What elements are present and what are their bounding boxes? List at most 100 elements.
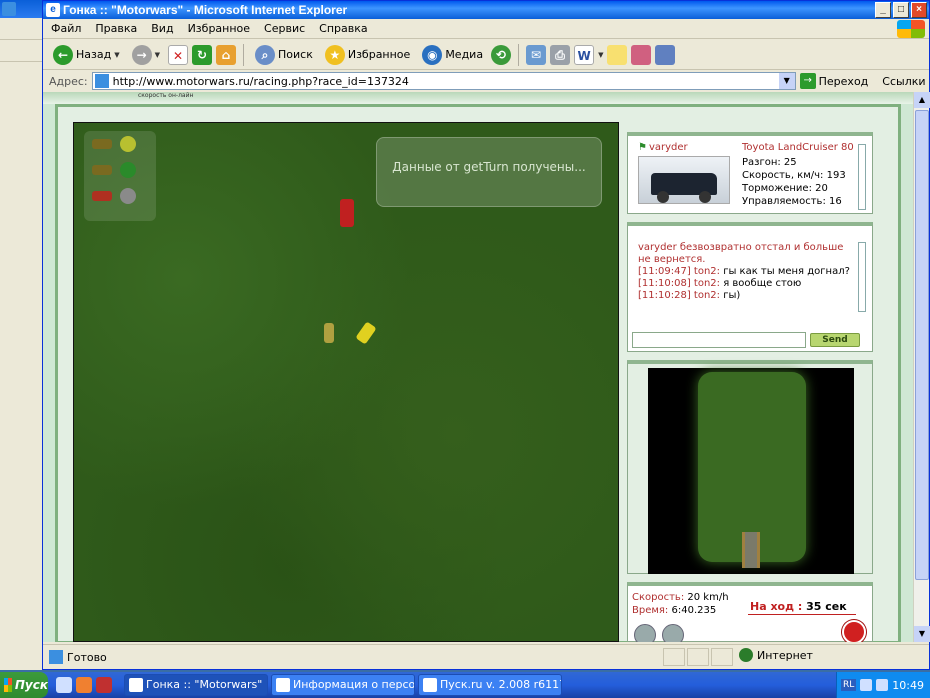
search-label: Поиск xyxy=(278,48,313,61)
back-dropdown-icon[interactable]: ▼ xyxy=(114,51,119,59)
star-icon: ★ xyxy=(324,44,345,65)
game-message: Данные от getTurn получены... xyxy=(376,137,602,207)
windows-flag-icon xyxy=(4,678,12,692)
car-panel-scrollbar[interactable] xyxy=(858,144,866,210)
turn-timer: На ход : 35 сек xyxy=(750,600,847,613)
chat-time: [11:10:28] xyxy=(638,290,691,301)
media-button[interactable]: ◉ Медиа xyxy=(418,43,487,67)
scroll-down-icon[interactable]: ▼ xyxy=(914,626,930,642)
page-scrollbar[interactable]: ▲ ▼ xyxy=(913,92,930,642)
menu-view[interactable]: Вид xyxy=(151,22,173,35)
minimap-start-line xyxy=(742,532,760,568)
go-button[interactable]: → Переход xyxy=(799,73,868,89)
quicklaunch-app-icon[interactable] xyxy=(96,677,112,693)
menu-file[interactable]: Файл xyxy=(51,22,81,35)
chat-time: [11:10:08] xyxy=(638,278,691,289)
stop-race-icon[interactable] xyxy=(842,620,866,642)
quicklaunch-desktop-icon[interactable] xyxy=(56,677,72,693)
chat-scrollbar[interactable] xyxy=(858,242,866,312)
quicklaunch-browser-icon[interactable] xyxy=(76,677,92,693)
search-button[interactable]: ⌕ Поиск xyxy=(251,43,317,67)
menu-help[interactable]: Справка xyxy=(319,22,367,35)
language-indicator[interactable]: RL xyxy=(841,679,857,691)
car-owner-name: varyder xyxy=(648,142,688,153)
status-cell xyxy=(687,648,709,666)
zone-label: Интернет xyxy=(757,648,813,662)
clock: 10:49 xyxy=(892,678,924,692)
status-cell xyxy=(663,648,685,666)
title-bar[interactable]: e Гонка :: "Motorwars" - Microsoft Inter… xyxy=(43,1,929,19)
page-done-icon xyxy=(49,650,63,664)
status-text: Готово xyxy=(67,650,107,664)
home-icon[interactable]: ⌂ xyxy=(216,44,236,65)
minimize-button[interactable]: _ xyxy=(875,2,891,18)
favorites-button[interactable]: ★ Избранное xyxy=(321,43,414,67)
note-icon[interactable] xyxy=(607,44,628,65)
close-button[interactable]: × xyxy=(911,2,927,18)
task-pusk[interactable]: Пуск.ru v. 2.008 r6117 -... xyxy=(418,674,562,696)
edit-word-icon[interactable]: W xyxy=(574,44,595,65)
menu-tools[interactable]: Сервис xyxy=(264,22,305,35)
chat-text: я вообще стою xyxy=(723,278,802,289)
menu-edit[interactable]: Правка xyxy=(95,22,137,35)
tray-network-icon[interactable] xyxy=(860,679,873,691)
chat-input[interactable] xyxy=(632,332,806,348)
car-image xyxy=(638,156,730,204)
messenger-icon[interactable] xyxy=(631,44,652,65)
forward-button[interactable]: → ▼ xyxy=(128,43,164,67)
edit-dropdown-icon[interactable]: ▼ xyxy=(598,51,603,59)
scroll-up-icon[interactable]: ▲ xyxy=(914,92,930,108)
chat-user: ton2: xyxy=(693,290,721,301)
forward-arrow-icon: → xyxy=(131,44,152,65)
stat-speed: Скорость, км/ч: 193 xyxy=(742,170,846,181)
action-round-icon[interactable] xyxy=(634,624,656,642)
time-readout: Время: 6:40.235 xyxy=(632,605,716,616)
player-car xyxy=(355,321,377,345)
back-button[interactable]: ← Назад ▼ xyxy=(49,43,124,67)
chat-panel: varyder безвозвратно отстал и больше не … xyxy=(627,222,873,352)
ie-icon xyxy=(423,678,437,692)
maximize-button[interactable]: □ xyxy=(893,2,909,18)
refresh-icon[interactable]: ↻ xyxy=(192,44,212,65)
system-tray: RL 10:49 xyxy=(836,672,930,698)
turn-value: 35 сек xyxy=(806,600,847,613)
car-owner[interactable]: ⚑ varyder xyxy=(638,142,688,153)
windows-logo-icon xyxy=(897,20,925,38)
quick-launch xyxy=(56,677,112,693)
ie-icon xyxy=(129,678,143,692)
address-dropdown-icon[interactable]: ▼ xyxy=(778,73,795,89)
forward-dropdown-icon[interactable]: ▼ xyxy=(155,51,160,59)
favorites-label: Избранное xyxy=(347,48,411,61)
background-window-toolbar xyxy=(0,40,45,62)
links-button[interactable]: Ссылки xyxy=(882,75,925,88)
chat-line: [11:10:28] ton2: гы) xyxy=(638,290,852,302)
print-icon[interactable]: ⎙ xyxy=(550,44,571,65)
signal-round-icon[interactable] xyxy=(662,624,684,642)
scroll-thumb[interactable] xyxy=(915,110,929,580)
history-icon[interactable]: ⟲ xyxy=(491,44,512,65)
toolbar: ← Назад ▼ → ▼ ✕ ↻ ⌂ ⌕ Поиск ★ Избранное … xyxy=(43,40,929,70)
task-profile-info[interactable]: Информация о персона... xyxy=(271,674,415,696)
ie-icon xyxy=(276,678,290,692)
flag-icon: ⚑ xyxy=(638,142,647,153)
task-motorwars[interactable]: Гонка :: "Motorwars" ... xyxy=(124,674,268,696)
research-icon[interactable] xyxy=(655,44,676,65)
tray-volume-icon[interactable] xyxy=(876,679,889,691)
status-cell xyxy=(711,648,733,666)
time-value: 6:40.235 xyxy=(671,605,717,616)
start-button[interactable]: Пуск xyxy=(0,672,48,698)
page-content: скорость он-лайн Данные от getTurn получ… xyxy=(43,92,915,642)
stop-icon[interactable]: ✕ xyxy=(168,44,188,65)
light-row xyxy=(84,183,156,209)
race-track[interactable]: Данные от getTurn получены... xyxy=(73,122,619,642)
chat-text: гы как ты меня догнал? xyxy=(723,266,850,277)
window-controls: _ □ × xyxy=(875,2,927,18)
menu-favorites[interactable]: Избранное xyxy=(188,22,250,35)
wheel-icon xyxy=(657,191,669,203)
address-input[interactable]: http://www.motorwars.ru/racing.php?race_… xyxy=(91,72,796,90)
send-button[interactable]: Send xyxy=(810,333,860,347)
chat-time: [11:09:47] xyxy=(638,266,691,277)
opponent-car-red xyxy=(340,199,354,227)
internet-globe-icon xyxy=(739,648,753,662)
mail-icon[interactable]: ✉ xyxy=(526,44,547,65)
